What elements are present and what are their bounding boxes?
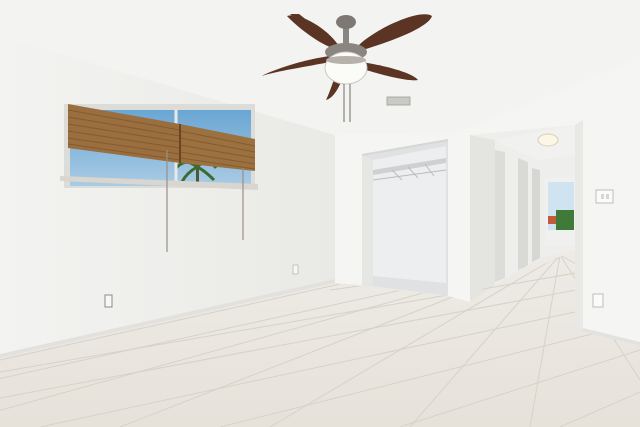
wall-outlet [292,264,299,275]
wall-outlet [592,293,604,308]
closet [361,139,449,296]
hallway-door [518,158,528,270]
wall-outlet [104,294,113,308]
ceiling-light [537,133,559,147]
ceiling-vent [386,96,411,106]
light-switch [595,189,614,204]
hallway-door [495,150,505,282]
room-photo [0,0,640,427]
